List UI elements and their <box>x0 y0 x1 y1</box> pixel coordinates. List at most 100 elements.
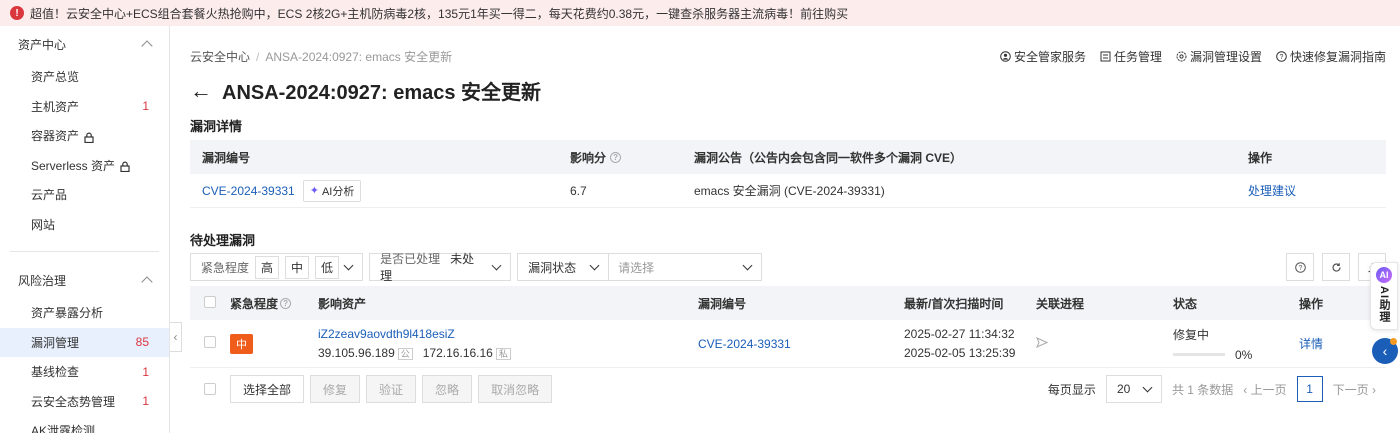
svg-text:?: ? <box>1280 54 1284 61</box>
sidebar-item-posture-management[interactable]: 云安全态势管理 1 <box>0 387 169 417</box>
quick-fix-guide-link[interactable]: ? 快速修复漏洞指南 <box>1276 48 1386 65</box>
private-ip: 172.16.16.16 <box>422 346 493 360</box>
sidebar-item-serverless-assets[interactable]: Serverless 资产 <box>0 151 169 181</box>
scan-first: 2025-02-05 13:25:39 <box>904 346 1016 360</box>
column-header: 漏洞编号 <box>698 296 747 311</box>
chevron-left-icon: ‹ <box>1382 343 1388 359</box>
lock-icon <box>84 132 94 143</box>
column-header: 漏洞公告（公告内会包含同一软件多个漏洞 CVE） <box>694 150 963 165</box>
alert-icon: ! <box>10 6 24 20</box>
help-button[interactable]: ? <box>1286 253 1314 281</box>
handled-filter[interactable]: 是否已处理 未处理 <box>369 252 512 283</box>
banner-text[interactable]: 超值！云安全中心+ECS组合套餐火热抢购中，ECS 2核2G+主机防病毒2核，1… <box>30 5 848 22</box>
select-all-button[interactable]: 选择全部 <box>230 375 305 403</box>
current-page[interactable]: 1 <box>1296 376 1323 402</box>
sidebar-group-assets[interactable]: 资产中心 <box>0 26 169 62</box>
sidebar-item-cloud-products[interactable]: 云产品 <box>0 180 169 210</box>
ai-assistant-label: AI助理 <box>1378 286 1390 323</box>
severity-high-option[interactable]: 高 <box>255 255 280 279</box>
vuln-settings-label: 漏洞管理设置 <box>1189 50 1262 64</box>
fix-progress-label: 0% <box>1235 347 1253 362</box>
sidebar-item-label: 云安全态势管理 <box>31 394 116 409</box>
chevron-left-icon: ‹ <box>173 330 178 344</box>
ai-assistant-button[interactable]: AI AI助理 <box>1370 262 1398 330</box>
select-all-checkbox[interactable] <box>204 295 216 308</box>
column-header-score: 影响分 ? <box>558 149 682 166</box>
asset-name-link[interactable]: iZ2zeav9aovdth9l418esiZ <box>318 327 455 341</box>
status-select[interactable]: 请选择 <box>608 253 763 281</box>
detail-link[interactable]: 详情 <box>1299 337 1323 351</box>
lock-icon <box>120 161 130 173</box>
page-size-value: 20 <box>1116 382 1131 396</box>
row-checkbox[interactable] <box>204 336 216 348</box>
fix-suggestion-link[interactable]: 处理建议 <box>1248 184 1296 198</box>
column-header: 关联进程 <box>1036 296 1085 311</box>
cve-link[interactable]: CVE-2024-39331 <box>202 184 295 198</box>
severity-badge: 中 <box>230 333 253 354</box>
score-cell: 6.7 <box>570 183 587 198</box>
chevron-down-icon <box>589 260 600 270</box>
task-management-link[interactable]: 任务管理 <box>1100 48 1162 65</box>
page-size-select[interactable]: 20 <box>1105 375 1162 403</box>
sidebar-group-risk[interactable]: 风险治理 <box>0 262 169 298</box>
sidebar-item-websites[interactable]: 网站 <box>0 210 169 240</box>
chevron-down-icon <box>742 260 753 270</box>
user-icon <box>1000 51 1011 62</box>
chevron-up-icon <box>141 276 153 288</box>
sidebar-item-label: 容器资产 <box>31 129 80 144</box>
back-arrow-icon[interactable]: ← <box>190 78 212 104</box>
refresh-button[interactable] <box>1322 253 1350 281</box>
breadcrumb-root[interactable]: 云安全中心 <box>190 50 250 64</box>
table-footer: 选择全部 修复 验证 忽略 取消忽略 每页显示 20 共 1 条数据 ‹ 上一页… <box>190 375 1386 403</box>
fix-button[interactable]: 修复 <box>310 375 361 403</box>
sidebar-item-count: 1 <box>142 364 149 379</box>
status-filter-label-box[interactable]: 漏洞状态 <box>517 253 610 281</box>
sidebar-item-exposure-analysis[interactable]: 资产暴露分析 <box>0 298 169 328</box>
chevron-down-icon <box>1142 382 1153 392</box>
prev-page-button[interactable]: ‹ 上一页 <box>1243 381 1286 398</box>
question-icon[interactable]: ? <box>610 151 622 163</box>
sidebar-item-asset-overview[interactable]: 资产总览 <box>0 62 169 92</box>
sidebar-item-container-assets[interactable]: 容器资产 <box>0 121 169 151</box>
chevron-down-icon <box>491 260 502 270</box>
sidebar-item-label: 基线检查 <box>31 365 80 380</box>
sidebar-item-baseline-check[interactable]: 基线检查 1 <box>0 357 169 387</box>
cancel-ignore-button[interactable]: 取消忽略 <box>478 375 553 403</box>
sidebar-item-label: 主机资产 <box>31 99 80 114</box>
promo-banner[interactable]: ! 超值！云安全中心+ECS组合套餐火热抢购中，ECS 2核2G+主机防病毒2核… <box>0 0 1400 26</box>
vuln-settings-link[interactable]: 漏洞管理设置 <box>1176 48 1262 65</box>
question-icon[interactable]: ? <box>280 297 292 309</box>
handled-filter-label: 是否已处理 <box>380 252 441 266</box>
ignore-button[interactable]: 忽略 <box>422 375 473 403</box>
table-row: 中 iZ2zeav9aovdth9l418esiZ 39.105.96.189 公… <box>190 320 1386 368</box>
column-header: 紧急程度 <box>230 296 279 311</box>
pending-vuln-table: 紧急程度 ? 影响资产 漏洞编号 最新/首次扫描时间 关联进程 状态 操作 中 … <box>190 286 1386 368</box>
chevron-down-icon[interactable] <box>343 260 354 270</box>
cve-link[interactable]: CVE-2024-39331 <box>698 337 791 351</box>
column-header: 状态 <box>1173 296 1198 311</box>
sidebar-item-label: 资产暴露分析 <box>31 306 104 321</box>
sidebar-item-host-assets[interactable]: 主机资产 1 <box>0 92 169 122</box>
sidebar-item-count: 85 <box>135 335 149 350</box>
next-page-button[interactable]: 下一页 › <box>1333 381 1376 398</box>
status-filter-label: 漏洞状态 <box>528 260 577 275</box>
severity-low-option[interactable]: 低 <box>315 255 340 279</box>
ai-analysis-label: AI分析 <box>321 185 355 198</box>
sidebar-item-vuln-management[interactable]: 漏洞管理 85 <box>0 327 169 357</box>
status-text: 修复中 <box>1173 327 1210 342</box>
sidebar-item-label: 云产品 <box>31 188 68 203</box>
footer-select-checkbox[interactable] <box>204 383 216 395</box>
security-steward-link[interactable]: 安全管家服务 <box>1000 48 1086 65</box>
severity-medium-option[interactable]: 中 <box>285 255 310 279</box>
scan-latest: 2025-02-27 11:34:32 <box>904 327 1015 341</box>
verify-button[interactable]: 验证 <box>366 375 417 403</box>
sidebar-item-ak-leak[interactable]: AK泄露检测 <box>0 416 169 433</box>
asset-cell: iZ2zeav9aovdth9l418esiZ 39.105.96.189 公 1… <box>318 327 698 360</box>
severity-filter-label: 紧急程度 <box>201 260 250 275</box>
vuln-detail-table: 漏洞编号 影响分 ? 漏洞公告（公告内会包含同一软件多个漏洞 CVE） 操作 C… <box>190 140 1386 208</box>
sidebar-collapse-button[interactable]: ‹ <box>170 322 182 352</box>
page-title: ← ANSA-2024:0927: emacs 安全更新 <box>190 76 541 105</box>
send-icon[interactable] <box>1036 336 1049 348</box>
ai-analysis-button[interactable]: ✦ AI分析 <box>302 179 362 202</box>
quick-fix-guide-label: 快速修复漏洞指南 <box>1289 50 1386 64</box>
